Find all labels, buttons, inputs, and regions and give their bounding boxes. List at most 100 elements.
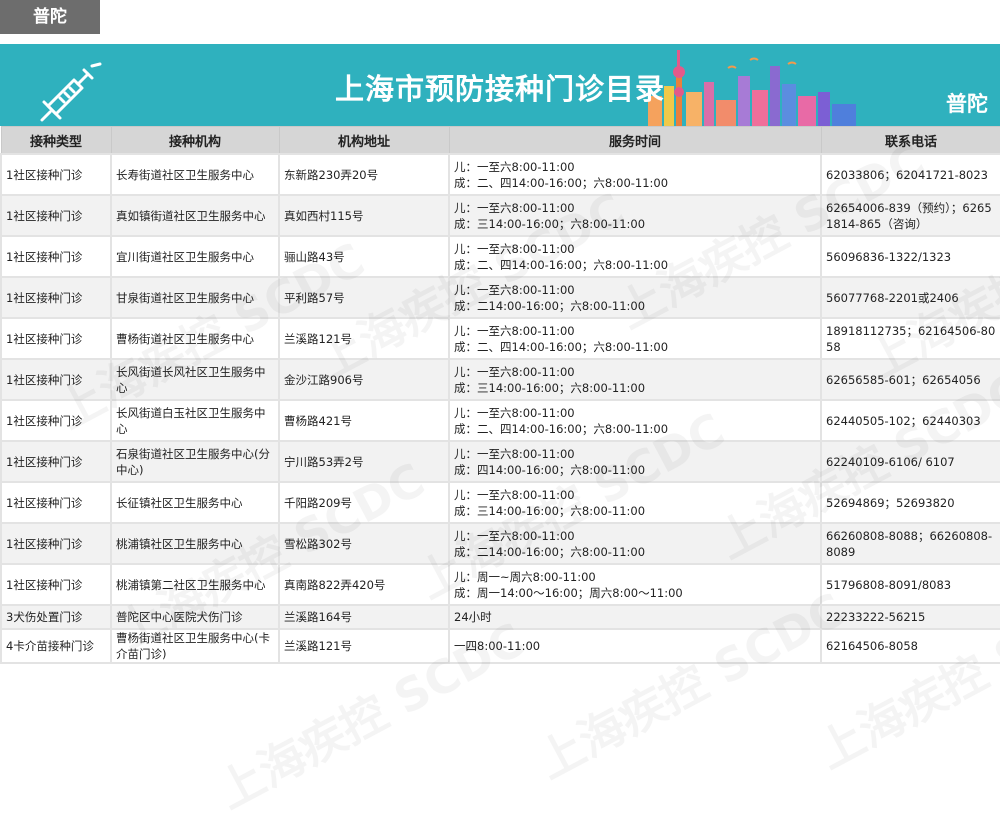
service-time-line: 儿：一至六8:00-11:00 [454, 159, 575, 174]
cell-phone: 51796808-8091/8083 [820, 563, 1000, 606]
table-row: 1社区接种门诊 长风街道长风社区卫生服务中心 金沙江路906号 儿：一至六8:00-1… [0, 358, 1000, 401]
service-time-line: 成：二、四14:00-16:00；六8:00-11:00 [454, 175, 669, 190]
service-time-line: 儿：一至六8:00-11:00 [454, 200, 575, 215]
table-row: 1社区接种门诊 长风街道白玉社区卫生服务中心 曹杨路421号 儿：一至六8:00-11… [0, 399, 1000, 442]
service-time-line: 儿：一至六8:00-11:00 [454, 446, 575, 461]
table-row: 1社区接种门诊 长寿街道社区卫生服务中心 东新路230弄20号 儿：一至六8:00-1… [0, 153, 1000, 196]
cell-service-time: 儿：一至六8:00-11:00 成：二、四14:00-16:00；六8:00-11… [448, 317, 822, 360]
cell-address: 兰溪路121号 [278, 317, 450, 360]
cell-service-time: 24小时 [448, 604, 822, 630]
service-time-line: 成：二、四14:00-16:00；六8:00-11:00 [454, 257, 669, 272]
cell-address: 东新路230弄20号 [278, 153, 450, 196]
cell-type: 1社区接种门诊 [0, 317, 112, 360]
cell-org: 曹杨街道社区卫生服务中心 [110, 317, 280, 360]
service-time-line: 成：二14:00-16:00；六8:00-11:00 [454, 298, 646, 313]
table-row: 1社区接种门诊 桃浦镇第二社区卫生服务中心 真南路822弄420号 儿：周一~周六8:… [0, 563, 1000, 606]
service-time-line: 儿：一至六8:00-11:00 [454, 364, 575, 379]
header-org: 接种机构 [110, 126, 280, 155]
cell-service-time: 儿：一至六8:00-11:00 成：二、四14:00-16:00；六8:00-11… [448, 153, 822, 196]
table-header-row: 接种类型 接种机构 机构地址 服务时间 联系电话 [0, 126, 1000, 155]
cell-org: 普陀区中心医院犬伤门诊 [110, 604, 280, 630]
cell-phone: 56096836-1322/1323 [820, 235, 1000, 278]
table-row: 1社区接种门诊 宜川街道社区卫生服务中心 骊山路43号 儿：一至六8:00-11:00… [0, 235, 1000, 278]
cell-service-time: 儿：一至六8:00-11:00 成：二、四14:00-16:00；六8:00-11… [448, 399, 822, 442]
cell-type: 1社区接种门诊 [0, 522, 112, 565]
header-type: 接种类型 [0, 126, 112, 155]
header-phone: 联系电话 [820, 126, 1000, 155]
cell-phone: 66260808-8088；66260808-8089 [820, 522, 1000, 565]
cell-phone: 62033806；62041721-8023 [820, 153, 1000, 196]
service-time-line: 儿：周一~周六8:00-11:00 [454, 569, 596, 584]
cell-service-time: 儿：一至六8:00-11:00 成：四14:00-16:00；六8:00-11:0… [448, 440, 822, 483]
cell-org: 长征镇社区卫生服务中心 [110, 481, 280, 524]
cell-phone: 18918112735；62164506-8058 [820, 317, 1000, 360]
service-time-line: 一四8:00-11:00 [454, 639, 541, 653]
cell-address: 雪松路302号 [278, 522, 450, 565]
cell-org: 曹杨街道社区卫生服务中心(卡介苗门诊) [110, 628, 280, 664]
service-time-line: 儿：一至六8:00-11:00 [454, 405, 575, 420]
service-time-line: 成：二、四14:00-16:00；六8:00-11:00 [454, 421, 669, 436]
cell-type: 3犬伤处置门诊 [0, 604, 112, 630]
cell-type: 1社区接种门诊 [0, 481, 112, 524]
page-title: 上海市预防接种门诊目录 [334, 72, 665, 106]
cell-type: 1社区接种门诊 [0, 358, 112, 401]
service-time-line: 儿：一至六8:00-11:00 [454, 323, 575, 338]
cell-org: 长寿街道社区卫生服务中心 [110, 153, 280, 196]
cell-service-time: 儿：一至六8:00-11:00 成：二、四14:00-16:00；六8:00-11… [448, 235, 822, 278]
cell-service-time: 儿：一至六8:00-11:00 成：二14:00-16:00；六8:00-11:0… [448, 522, 822, 565]
cell-type: 1社区接种门诊 [0, 153, 112, 196]
cell-org: 真如镇街道社区卫生服务中心 [110, 194, 280, 237]
cell-type: 1社区接种门诊 [0, 399, 112, 442]
clinic-table: 接种类型 接种机构 机构地址 服务时间 联系电话 1社区接种门诊 长寿街道社区卫生… [0, 126, 1000, 664]
cell-type: 1社区接种门诊 [0, 194, 112, 237]
service-time-line: 儿：一至六8:00-11:00 [454, 241, 575, 256]
cell-address: 兰溪路164号 [278, 604, 450, 630]
cell-phone: 62656585-601；62654056 [820, 358, 1000, 401]
cell-address: 金沙江路906号 [278, 358, 450, 401]
service-time-line: 成：三14:00-16:00；六8:00-11:00 [454, 380, 646, 395]
cell-type: 1社区接种门诊 [0, 276, 112, 319]
service-time-line: 儿：一至六8:00-11:00 [454, 528, 575, 543]
cell-type: 1社区接种门诊 [0, 235, 112, 278]
cell-address: 平利路57号 [278, 276, 450, 319]
cell-phone: 22233222-56215 [820, 604, 1000, 630]
cell-address: 兰溪路121号 [278, 628, 450, 664]
service-time-line: 成：二、四14:00-16:00；六8:00-11:00 [454, 339, 669, 354]
cell-org: 宜川街道社区卫生服务中心 [110, 235, 280, 278]
service-time-line: 儿：一至六8:00-11:00 [454, 487, 575, 502]
cell-org: 桃浦镇社区卫生服务中心 [110, 522, 280, 565]
cell-org: 石泉街道社区卫生服务中心(分中心) [110, 440, 280, 483]
cell-phone: 62654006-839（预约）；62651814-865（咨询） [820, 194, 1000, 237]
cell-address: 宁川路53弄2号 [278, 440, 450, 483]
cell-address: 骊山路43号 [278, 235, 450, 278]
table-row: 1社区接种门诊 长征镇社区卫生服务中心 千阳路209号 儿：一至六8:00-11:00… [0, 481, 1000, 524]
district-tab: 普陀 [0, 0, 100, 34]
banner-district-label: 普陀 [946, 92, 988, 116]
banner: 上海市预防接种门诊目录 普陀 [0, 44, 1000, 126]
service-time-line: 成：周一14:00～16:00；周六8:00～11:00 [454, 585, 683, 600]
cell-phone: 52694869；52693820 [820, 481, 1000, 524]
cell-address: 真南路822弄420号 [278, 563, 450, 606]
cell-address: 曹杨路421号 [278, 399, 450, 442]
table-row: 1社区接种门诊 曹杨街道社区卫生服务中心 兰溪路121号 儿：一至六8:00-11:0… [0, 317, 1000, 360]
cell-service-time: 儿：一至六8:00-11:00 成：二14:00-16:00；六8:00-11:0… [448, 276, 822, 319]
header-address: 机构地址 [278, 126, 450, 155]
table-row: 1社区接种门诊 桃浦镇社区卫生服务中心 雪松路302号 儿：一至六8:00-11:00… [0, 522, 1000, 565]
service-time-line: 24小时 [454, 610, 492, 624]
service-time-line: 成：二14:00-16:00；六8:00-11:00 [454, 544, 646, 559]
cell-address: 千阳路209号 [278, 481, 450, 524]
cell-service-time: 儿：一至六8:00-11:00 成：三14:00-16:00；六8:00-11:0… [448, 481, 822, 524]
cell-org: 甘泉街道社区卫生服务中心 [110, 276, 280, 319]
table-row: 3犬伤处置门诊 普陀区中心医院犬伤门诊 兰溪路164号 24小时 22233222-56… [0, 604, 1000, 630]
table-row: 1社区接种门诊 真如镇街道社区卫生服务中心 真如西村115号 儿：一至六8:00-11… [0, 194, 1000, 237]
cell-org: 长风街道白玉社区卫生服务中心 [110, 399, 280, 442]
cell-org: 桃浦镇第二社区卫生服务中心 [110, 563, 280, 606]
service-time-line: 儿：一至六8:00-11:00 [454, 282, 575, 297]
cell-phone: 62440505-102；62440303 [820, 399, 1000, 442]
cell-service-time: 儿：一至六8:00-11:00 成：三14:00-16:00；六8:00-11:0… [448, 358, 822, 401]
cell-address: 真如西村115号 [278, 194, 450, 237]
service-time-line: 成：四14:00-16:00；六8:00-11:00 [454, 462, 646, 477]
cell-service-time: 儿：一至六8:00-11:00 成：三14:00-16:00；六8:00-11:0… [448, 194, 822, 237]
cell-service-time: 一四8:00-11:00 [448, 628, 822, 664]
cell-type: 1社区接种门诊 [0, 563, 112, 606]
